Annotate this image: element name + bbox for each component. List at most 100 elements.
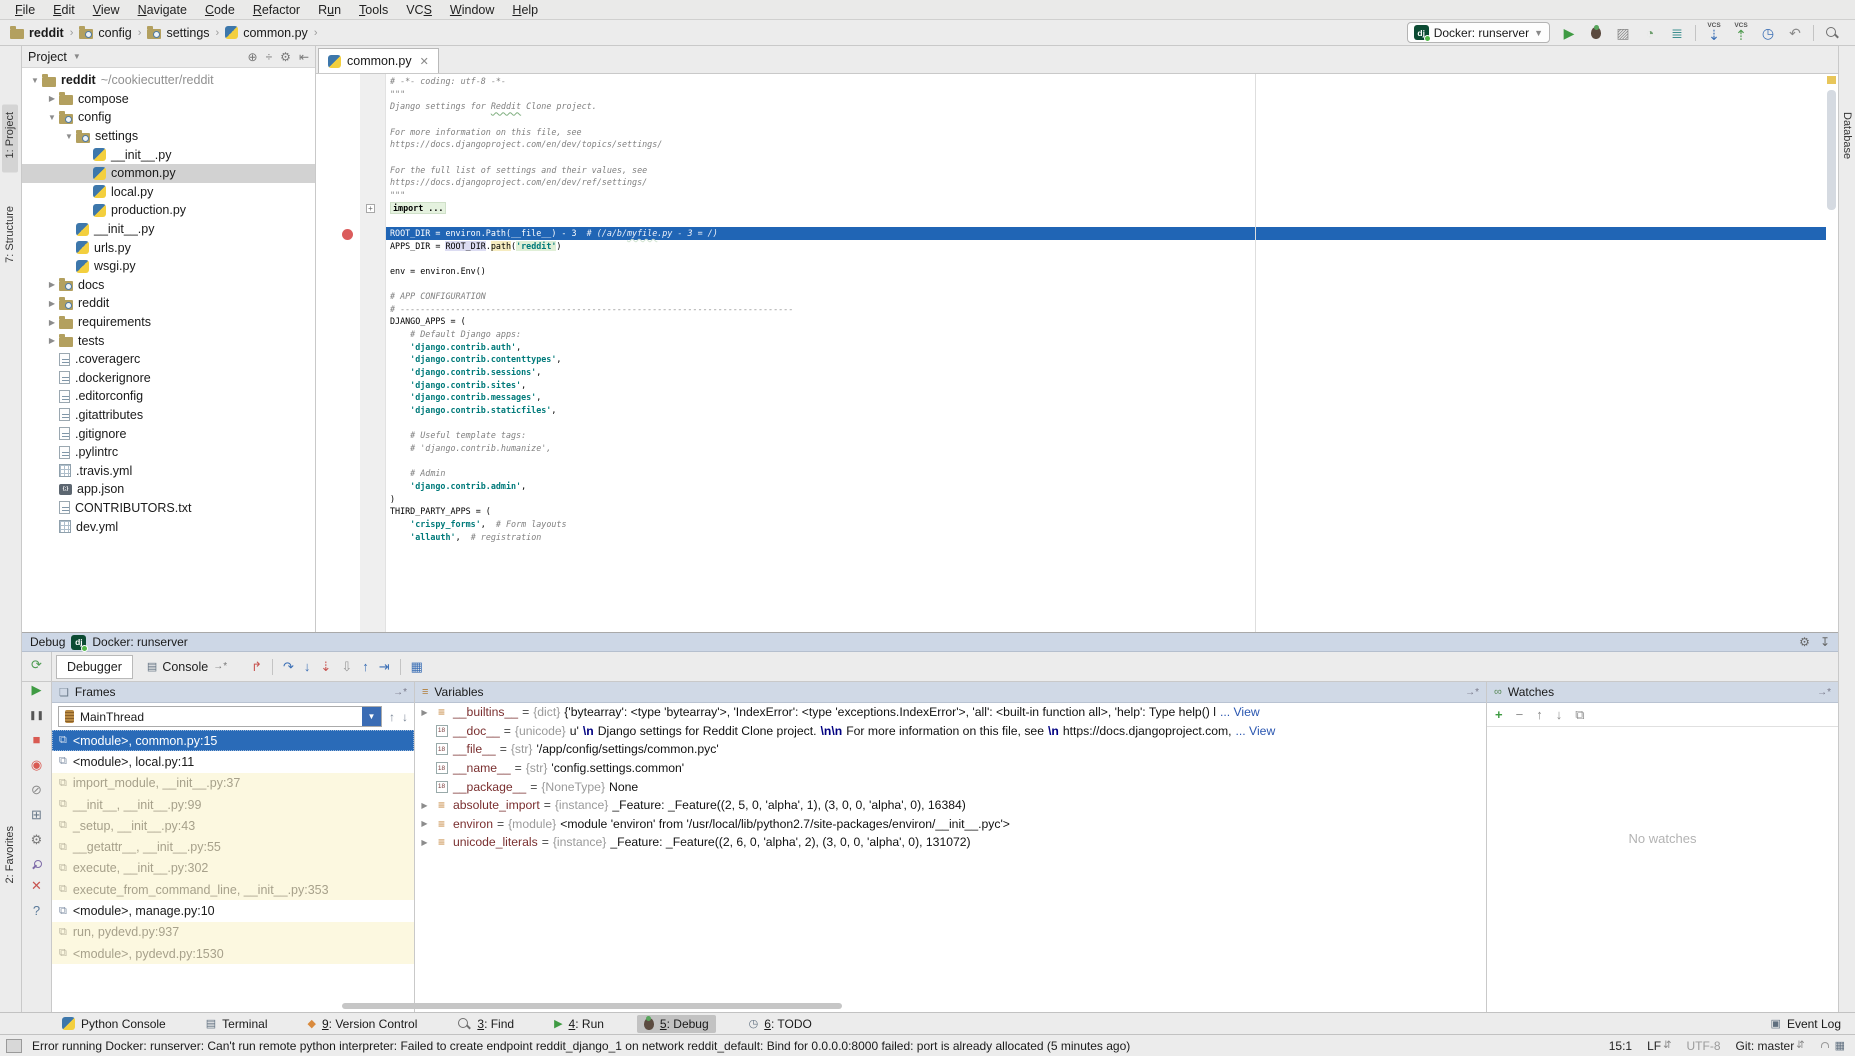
rerun-icon[interactable]: ⟳ [31,658,42,674]
tree-item-settings[interactable]: ▼settings [22,127,315,146]
view-breakpoints-icon[interactable]: ◉ [31,758,42,774]
code-line[interactable]: # --------------------------------------… [386,303,1826,316]
code-line[interactable]: import ... [386,202,1826,215]
tree-item-config[interactable]: ▼config [22,108,315,127]
add-watch-icon[interactable]: + [1495,707,1503,722]
previous-frame-icon[interactable]: ↑ [389,710,395,724]
help-icon[interactable]: ? [33,904,40,920]
debug-settings-icon[interactable]: ⚙ [31,833,43,849]
variable-row[interactable]: ▶≡__builtins__ = {dict} {'bytearray': <t… [415,703,1486,722]
menu-vcs[interactable]: VCS [397,1,441,19]
tree-item-.dockerignore[interactable]: .dockerignore [22,369,315,388]
menu-navigate[interactable]: Navigate [129,1,196,19]
float-panel-icon[interactable]: →* [393,687,407,698]
step-out-icon[interactable]: ↑ [362,659,369,674]
code-line[interactable]: # Default Django apps: [386,328,1826,341]
tool-button-project[interactable]: 1: Project [2,104,18,172]
error-stripe-mark[interactable] [1827,76,1836,84]
tab-console[interactable]: ▤Console→* [137,655,237,679]
tool-window-toggle-icon[interactable] [6,1039,22,1053]
project-panel-title[interactable]: Project [28,50,67,64]
menu-window[interactable]: Window [441,1,503,19]
code-line[interactable] [386,278,1826,291]
debug-button[interactable] [1587,22,1605,44]
code-line[interactable]: 'django.contrib.staticfiles', [386,404,1826,417]
variable-token[interactable]: ... View [1220,705,1260,719]
tree-item-production.py[interactable]: production.py [22,201,315,220]
show-execution-point-icon[interactable]: ↱ [251,659,262,675]
event-log-button[interactable]: ▣ Event Log [1771,1017,1841,1031]
tool-button-debug[interactable]: 5: Debug [637,1015,716,1033]
tree-item-__init__.py[interactable]: __init__.py [22,220,315,239]
variable-row[interactable]: 18__file__ = {str} '/app/config/settings… [415,740,1486,759]
menu-edit[interactable]: Edit [44,1,84,19]
force-step-into-icon[interactable]: ⇩ [341,659,352,675]
tree-item-.pylintrc[interactable]: .pylintrc [22,443,315,462]
variable-row[interactable]: ▶≡absolute_import = {instance} _Feature:… [415,796,1486,815]
code-area[interactable]: # -*- coding: utf-8 -*-"""Django setting… [386,75,1826,543]
run-to-cursor-icon[interactable]: ⇥ [379,659,390,675]
evaluate-expression-icon[interactable]: ▦ [411,659,423,675]
code-line-breakpoint[interactable]: ROOT_DIR = environ.Path(__file__) - 3 # … [386,227,1826,240]
debug-horizontal-scrollbar[interactable] [342,1003,842,1009]
menu-view[interactable]: View [84,1,129,19]
chevron-down-icon[interactable]: ▼ [73,52,81,61]
pin-icon[interactable] [31,858,43,870]
close-icon[interactable]: ✕ [31,879,42,895]
tab-debugger[interactable]: Debugger [56,655,133,679]
mute-breakpoints-icon[interactable]: ⊘ [31,783,42,799]
tree-item-.coveragerc[interactable]: .coveragerc [22,350,315,369]
tree-item-__init__.py[interactable]: __init__.py [22,145,315,164]
chevron-right-icon[interactable]: ▶ [45,336,59,345]
code-line[interactable] [386,151,1826,164]
code-line[interactable]: """ [386,88,1826,101]
vcs-commit-button[interactable]: VCS⇡ [1732,22,1750,44]
code-line[interactable]: https://docs.djangoproject.com/en/dev/to… [386,138,1826,151]
move-watch-down-icon[interactable]: ↓ [1556,707,1563,722]
highlighting-level-icon[interactable]: ▦ [1835,1039,1845,1052]
code-line[interactable] [386,113,1826,126]
menu-help[interactable]: Help [503,1,547,19]
profiler-button[interactable]: ◔ [1641,22,1659,44]
coverage-button[interactable]: ▨ [1614,22,1632,44]
editor-scrollbar[interactable] [1827,90,1836,210]
tree-item-local.py[interactable]: local.py [22,183,315,202]
tree-item-wsgi.py[interactable]: wsgi.py [22,257,315,276]
tool-button-favorites[interactable]: 2: Favorites [2,816,18,893]
float-panel-icon[interactable]: →* [1817,687,1831,698]
expander-icon[interactable]: ▶ [419,708,430,717]
next-frame-icon[interactable]: ↓ [402,710,408,724]
variable-row[interactable]: 18__package__ = {NoneType} None [415,777,1486,796]
breadcrumb-item-reddit[interactable]: reddit [10,26,64,40]
code-line[interactable]: DJANGO_APPS = ( [386,315,1826,328]
variable-row[interactable]: 18__doc__ = {unicode} u'\nDjango setting… [415,722,1486,741]
restore-layout-icon[interactable]: ⊞ [31,808,42,824]
editor-gutter[interactable] [316,74,360,632]
breadcrumb-item-config[interactable]: config [79,26,131,40]
undo-button[interactable]: ↶ [1786,22,1804,44]
code-line[interactable] [386,417,1826,430]
tool-button-run[interactable]: ▶4: Run [547,1015,611,1033]
tree-item-compose[interactable]: ▶compose [22,90,315,109]
stop-icon[interactable]: ■ [33,733,41,749]
code-line[interactable]: # APP CONFIGURATION [386,290,1826,303]
variable-row[interactable]: ▶≡unicode_literals = {instance} _Feature… [415,833,1486,852]
breakpoint-icon[interactable] [342,229,353,240]
tree-item-dev.yml[interactable]: dev.yml [22,517,315,536]
frame-row[interactable]: ⧉__getattr__, __init__.py:55 [52,836,414,857]
resume-icon[interactable]: ▶ [32,683,42,699]
tool-button-python-console[interactable]: Python Console [55,1015,173,1033]
vcs-update-button[interactable]: VCS⇣ [1705,22,1723,44]
expander-icon[interactable]: ▶ [419,819,430,828]
code-line[interactable]: # Admin [386,467,1826,480]
run-configuration-select[interactable]: dj Docker: runserver ▼ [1407,22,1550,43]
concurrency-button[interactable]: ≣ [1668,22,1686,44]
duplicate-watch-icon[interactable]: ⧉ [1575,707,1584,723]
pause-icon[interactable]: ❚❚ [29,708,44,724]
code-line[interactable]: 'django.contrib.auth', [386,341,1826,354]
status-git-master[interactable]: Git: master⇵ [1736,1039,1805,1053]
variable-row[interactable]: 18__name__ = {str} 'config.settings.comm… [415,759,1486,778]
tool-button-structure[interactable]: 7: Structure [2,194,18,275]
code-line[interactable]: # -*- coding: utf-8 -*- [386,75,1826,88]
code-line[interactable] [386,214,1826,227]
